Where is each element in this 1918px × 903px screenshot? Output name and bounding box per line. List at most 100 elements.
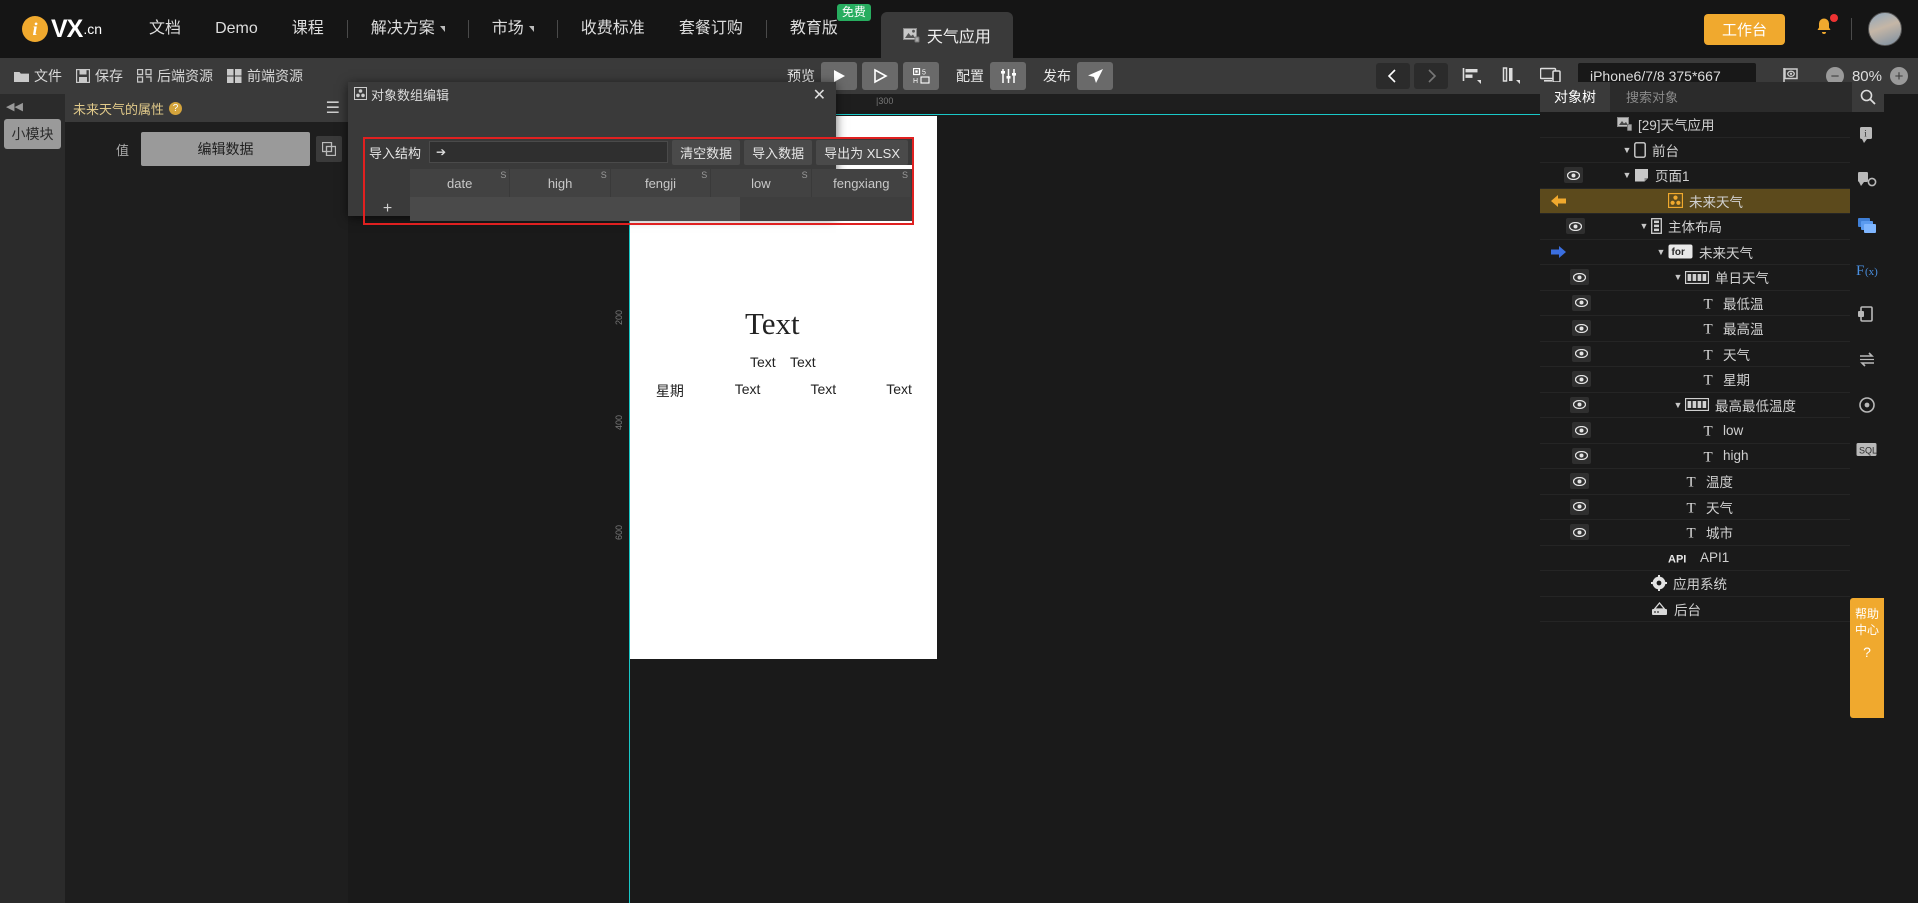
toolbar-save[interactable]: 保存	[76, 66, 123, 86]
notification-bell-button[interactable]	[1813, 13, 1838, 43]
twisty-icon[interactable]: ▼	[1620, 170, 1634, 180]
info-icon[interactable]: i	[1858, 126, 1876, 149]
nav-item-demo[interactable]: Demo	[198, 0, 275, 58]
visibility-toggle-icon[interactable]	[1572, 294, 1591, 311]
nav-item-docs[interactable]: 文档	[132, 0, 198, 58]
preview-cell-3[interactable]: Text	[861, 381, 937, 401]
tree-item-29天气应用[interactable]: [29]天气应用	[1540, 112, 1884, 138]
visibility-toggle-icon[interactable]	[1564, 167, 1583, 184]
column-header-low[interactable]: low S	[711, 169, 812, 197]
visibility-toggle-icon[interactable]	[1572, 447, 1591, 464]
tree-item-前台[interactable]: ▼ 前台	[1540, 138, 1884, 163]
preview-cell-weekday[interactable]: 星期	[630, 381, 710, 401]
twisty-icon[interactable]: ▼	[1671, 272, 1685, 282]
nav-item-education[interactable]: 教育版 免费	[773, 0, 871, 58]
add-row-field-left[interactable]	[410, 197, 740, 221]
tree-item-星期[interactable]: T 星期	[1540, 367, 1884, 393]
visibility-toggle-icon[interactable]	[1570, 396, 1589, 413]
visibility-toggle-icon[interactable]	[1570, 473, 1589, 490]
export-xlsx-button[interactable]: 导出为 XLSX	[816, 139, 908, 165]
object-array-editor-dialog[interactable]: 对象数组编辑 ✕ 导入结构 ➔ 清空数据 导入数据 导出为 XLSX date S…	[348, 82, 914, 225]
workbench-button[interactable]: 工作台	[1703, 13, 1785, 45]
nav-item-packages[interactable]: 套餐订购	[662, 0, 760, 58]
visibility-toggle-icon[interactable]	[1570, 524, 1589, 541]
toolbar-frontend-resources[interactable]: 前端资源	[227, 66, 303, 86]
tree-item-主体布局[interactable]: ▼ 主体布局	[1540, 214, 1884, 240]
mini-module-button[interactable]: 小模块	[4, 119, 61, 149]
back-arrow-icon[interactable]	[1546, 191, 1571, 210]
config-button[interactable]	[990, 62, 1026, 90]
nav-item-course[interactable]: 课程	[275, 0, 341, 58]
copy-button[interactable]	[316, 136, 342, 162]
tab-object-tree[interactable]: 对象树	[1540, 82, 1610, 112]
twisty-icon[interactable]: ▼	[1620, 145, 1634, 155]
column-header-fengxiang[interactable]: fengxiang S	[811, 169, 913, 197]
tree-item-最高最低温度[interactable]: ▼ 最高最低温度	[1540, 393, 1884, 418]
logo[interactable]: i VX .cn	[22, 15, 102, 44]
tree-item-最高温[interactable]: T 最高温	[1540, 316, 1884, 342]
distribute-button[interactable]	[1496, 62, 1528, 90]
tree-item-API1[interactable]: API API1	[1540, 546, 1884, 571]
tree-item-最低温[interactable]: T 最低温	[1540, 291, 1884, 316]
preview-cell-1[interactable]: Text	[710, 381, 786, 401]
visibility-toggle-icon[interactable]	[1570, 498, 1589, 515]
add-row-button[interactable]: +	[365, 197, 410, 221]
prev-button[interactable]	[1375, 63, 1410, 89]
next-button[interactable]	[1413, 63, 1448, 89]
play-outline-button[interactable]	[862, 62, 898, 90]
tree-item-温度[interactable]: T 温度	[1540, 469, 1884, 495]
preview-big-text[interactable]: Text	[745, 306, 800, 342]
publish-button[interactable]	[1077, 62, 1113, 90]
forward-arrow-icon[interactable]	[1546, 242, 1571, 261]
clear-data-button[interactable]: 清空数据	[672, 139, 741, 165]
tree-item-页面1[interactable]: ▼页面1i	[1540, 163, 1884, 189]
add-row-field-right[interactable]	[740, 197, 912, 221]
hamburger-icon[interactable]: ☰	[326, 98, 340, 118]
edit-data-button[interactable]: 编辑数据	[141, 132, 310, 166]
tree-item-天气[interactable]: T 天气	[1540, 495, 1884, 520]
visibility-toggle-icon[interactable]	[1572, 371, 1591, 388]
tree-item-单日天气[interactable]: ▼ 单日天气	[1540, 265, 1884, 291]
tree-item-high[interactable]: Thigh	[1540, 444, 1884, 469]
visibility-toggle-icon[interactable]	[1572, 320, 1591, 337]
column-header-high[interactable]: high S	[510, 169, 611, 197]
help-center-button[interactable]: 帮助 中心 ?	[1850, 598, 1884, 718]
export-icon[interactable]	[1858, 306, 1876, 329]
visibility-toggle-icon[interactable]	[1566, 218, 1585, 235]
tree-item-应用系统[interactable]: 应用系统	[1540, 571, 1884, 597]
visibility-toggle-icon[interactable]	[1570, 269, 1589, 286]
column-header-fengji[interactable]: fengji S	[610, 169, 712, 197]
preview-sub-text-1[interactable]: Text	[750, 354, 776, 370]
preview-cell-2[interactable]: Text	[785, 381, 861, 401]
layers-icon[interactable]	[1857, 216, 1877, 239]
import-data-button[interactable]: 导入数据	[744, 139, 813, 165]
help-icon[interactable]: ?	[169, 101, 183, 115]
function-icon[interactable]: F (x)	[1856, 261, 1878, 284]
tree-item-城市[interactable]: T 城市	[1540, 520, 1884, 546]
visibility-toggle-icon[interactable]	[1572, 422, 1591, 439]
collapse-left-icon[interactable]: ◀◀	[0, 94, 65, 113]
twisty-icon[interactable]: ▼	[1671, 400, 1685, 410]
target-icon[interactable]	[1858, 396, 1876, 419]
zoom-in-button[interactable]: +	[1890, 67, 1908, 85]
tree-item-未来天气[interactable]: 未来天气	[1540, 188, 1884, 214]
visibility-toggle-icon[interactable]	[1572, 345, 1591, 362]
h5-qrcode-button[interactable]: 5H	[903, 62, 939, 90]
avatar[interactable]	[1868, 12, 1902, 46]
nav-item-solutions[interactable]: 解决方案	[354, 0, 462, 58]
app-tab-weather[interactable]: 天气应用	[880, 12, 1013, 58]
toolbar-backend-resources[interactable]: 后端资源	[137, 66, 213, 86]
nav-item-pricing[interactable]: 收费标准	[564, 0, 662, 58]
sql-icon[interactable]: SQL	[1856, 441, 1878, 464]
tree-item-后台[interactable]: 后台	[1540, 597, 1884, 622]
preview-sub-text-2[interactable]: Text	[790, 354, 816, 370]
tree-item-low[interactable]: Tlow	[1540, 418, 1884, 444]
twisty-icon[interactable]: ▼	[1637, 221, 1651, 231]
search-input[interactable]	[1626, 89, 1852, 105]
component-settings-icon[interactable]	[1857, 171, 1877, 194]
toolbar-file[interactable]: 文件	[14, 66, 62, 86]
tree-item-未来天气[interactable]: ▼ for 未来天气	[1540, 240, 1884, 265]
search-button[interactable]	[1852, 82, 1884, 112]
nav-item-market[interactable]: 市场	[475, 0, 551, 58]
align-button[interactable]	[1456, 62, 1488, 90]
